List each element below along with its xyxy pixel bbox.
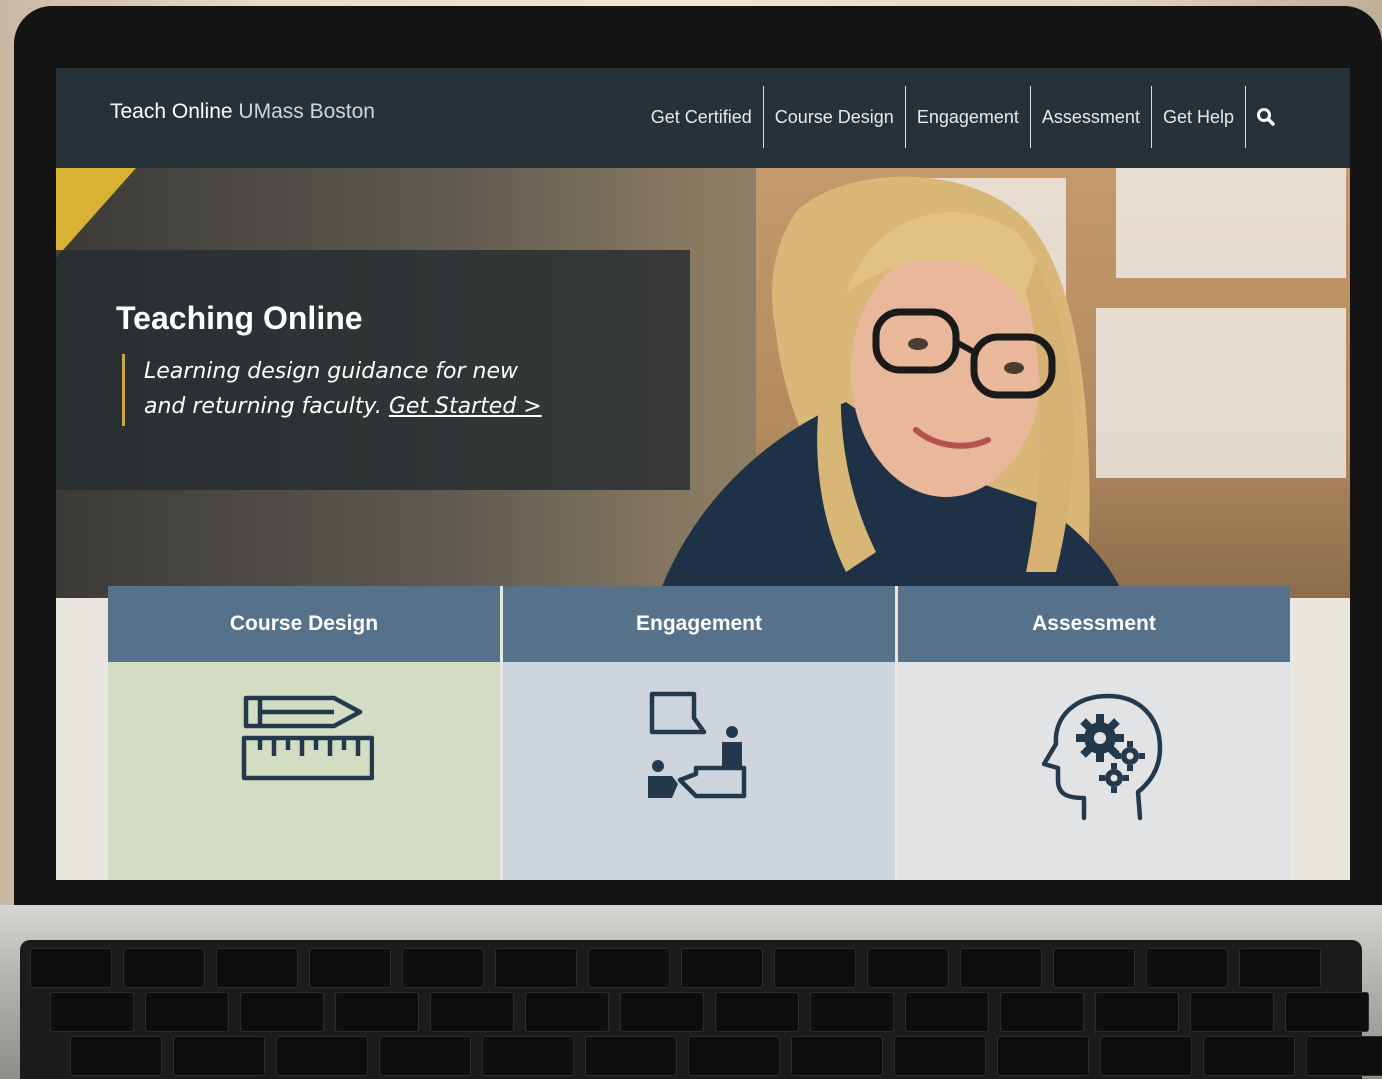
keyboard-key [240, 992, 324, 1032]
keyboard-key [905, 992, 989, 1032]
keyboard-key [1053, 948, 1135, 988]
nav-links: Get Certified Course Design Engagement A… [640, 86, 1286, 148]
keyboard-key [309, 948, 391, 988]
card-title[interactable]: Assessment [898, 586, 1290, 662]
card-body [503, 662, 895, 880]
keyboard-key [1203, 1036, 1295, 1076]
pencil-ruler-icon [241, 695, 374, 781]
laptop-keyboard [20, 940, 1382, 1079]
keyboard-key [715, 992, 799, 1032]
card-assessment[interactable]: Assessment [895, 586, 1290, 880]
discussion-icon [648, 691, 747, 799]
site-brand[interactable]: Teach Online UMass Boston [110, 100, 375, 124]
keyboard-key [482, 1036, 574, 1076]
keyboard-key [1100, 1036, 1192, 1076]
keyboard-key [402, 948, 484, 988]
nav-link-get-certified[interactable]: Get Certified [640, 86, 763, 148]
keyboard-key [585, 1036, 677, 1076]
keyboard-key [216, 948, 298, 988]
keyboard-key [379, 1036, 471, 1076]
topic-cards: Course Design Engagement Assessment [108, 586, 1290, 880]
keyboard-key [276, 1036, 368, 1076]
keyboard-key [335, 992, 419, 1032]
nav-link-course-design[interactable]: Course Design [762, 86, 905, 148]
keyboard-key [50, 992, 134, 1032]
keyboard-key [681, 948, 763, 988]
nav-link-assessment[interactable]: Assessment [1029, 86, 1151, 148]
head-gears-icon [1041, 693, 1163, 821]
card-title[interactable]: Course Design [108, 586, 500, 662]
keyboard-key [588, 948, 670, 988]
hero-yellow-accent [56, 168, 136, 258]
hero-banner: Teaching Online Learning design guidance… [56, 168, 1350, 598]
keyboard-key [774, 948, 856, 988]
keyboard-key [867, 948, 949, 988]
browser-screen: Teach Online UMass Boston Get Certified … [56, 68, 1350, 880]
card-body [108, 662, 500, 880]
keyboard-key [810, 992, 894, 1032]
keyboard-key [960, 948, 1042, 988]
brand-university: UMass Boston [238, 100, 375, 123]
hero-accent-bar [122, 354, 125, 426]
keyboard-key [997, 1036, 1089, 1076]
brand-name: Teach Online [110, 100, 233, 123]
keyboard-key [495, 948, 577, 988]
nav-link-engagement[interactable]: Engagement [904, 86, 1030, 148]
keyboard-key [1285, 992, 1369, 1032]
hero-tagline-block: Learning design guidance for new and ret… [144, 354, 564, 424]
get-started-link[interactable]: Get Started > [389, 394, 542, 419]
hero-title: Teaching Online [116, 300, 363, 336]
search-button[interactable] [1245, 86, 1286, 148]
keyboard-key [525, 992, 609, 1032]
keyboard-key [430, 992, 514, 1032]
keyboard-key [688, 1036, 780, 1076]
card-body [898, 662, 1290, 880]
keyboard-key [30, 948, 112, 988]
card-engagement[interactable]: Engagement [500, 586, 895, 880]
keyboard-key [145, 992, 229, 1032]
keyboard-key [1190, 992, 1274, 1032]
keyboard-key [1306, 1036, 1382, 1076]
keyboard-key [620, 992, 704, 1032]
keyboard-key [1095, 992, 1179, 1032]
keyboard-key [70, 1036, 162, 1076]
keyboard-key [791, 1036, 883, 1076]
keyboard-key [123, 948, 205, 988]
keyboard-key [1146, 948, 1228, 988]
search-icon [1257, 108, 1275, 126]
nav-link-get-help[interactable]: Get Help [1150, 86, 1245, 148]
keyboard-key [894, 1036, 986, 1076]
keyboard-key [1239, 948, 1321, 988]
hero-person-image [657, 176, 1125, 598]
keyboard-key [1000, 992, 1084, 1032]
top-nav: Teach Online UMass Boston Get Certified … [56, 68, 1350, 168]
keyboard-key [173, 1036, 265, 1076]
card-course-design[interactable]: Course Design [108, 586, 500, 880]
card-title[interactable]: Engagement [503, 586, 895, 662]
